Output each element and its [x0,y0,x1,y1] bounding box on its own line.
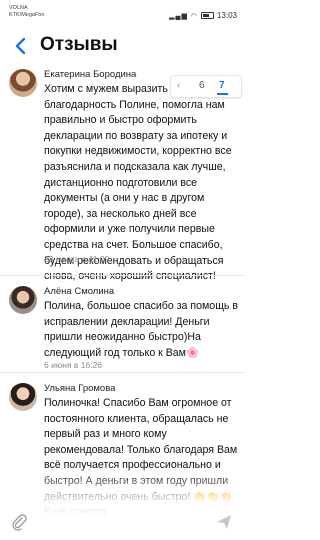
pagination: ‹ 6 7 [170,75,242,98]
page-title: Отзывы [40,34,118,55]
send-icon[interactable] [213,513,235,535]
avatar[interactable] [9,69,37,97]
review-date: 6 июня в 16:26 [44,360,103,370]
pager-page-7-current[interactable]: 7 [219,80,225,91]
back-arrow-icon[interactable] [10,35,32,57]
status-bar: VOLNA KTK/MegaFon ▂▄▆ ◠ 13:03 [0,0,245,28]
divider [0,372,245,373]
review-author[interactable]: Алёна Смолина [44,286,114,297]
carrier-info: VOLNA KTK/MegaFon [9,5,44,19]
carrier-secondary: KTK/MegaFon [9,12,45,18]
clock: 13:03 [216,11,237,20]
review-date: 23 марта в 11:09 [44,254,110,264]
carrier-primary: VOLNA [9,5,28,11]
review-author[interactable]: Ульяна Громова [44,383,115,394]
wifi-icon: ◠ [190,12,198,20]
pager-page-6[interactable]: 6 [199,80,205,91]
divider [0,275,245,276]
bottom-input-bar [0,505,245,540]
avatar[interactable] [9,383,37,411]
pager-prev-button[interactable]: ‹ [177,80,180,91]
app-bar: Отзывы [0,28,245,64]
review-author[interactable]: Екатерина Бородина [44,69,136,80]
avatar[interactable] [9,286,37,314]
battery-icon [200,12,214,19]
pager-active-indicator [217,93,228,95]
paperclip-icon[interactable] [8,513,30,535]
review-text: Полина, большое спасибо за помощь в испр… [44,300,238,359]
status-icons: ▂▄▆ ◠ 13:03 [169,11,237,20]
signal-icon: ▂▄▆ [169,12,188,20]
